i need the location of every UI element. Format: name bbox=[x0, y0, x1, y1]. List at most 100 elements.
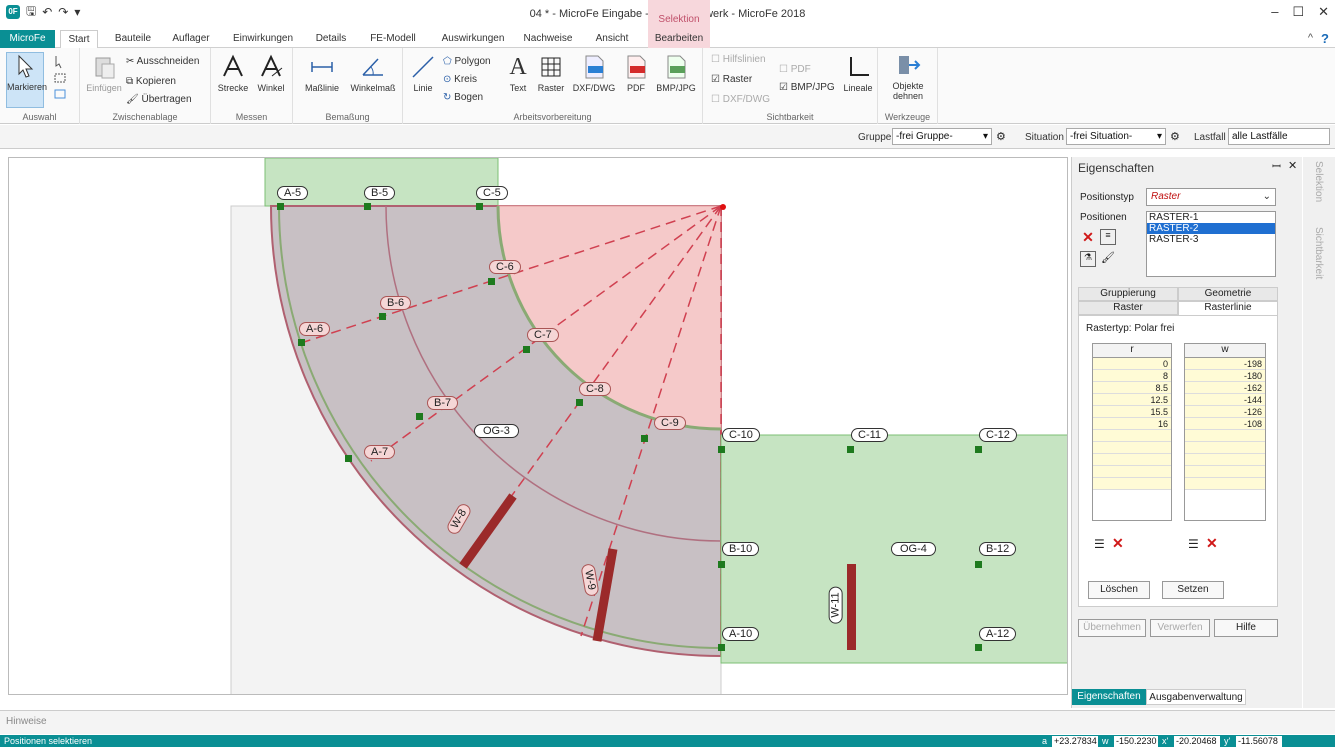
brush-icon[interactable]: 🖌 bbox=[1100, 251, 1116, 267]
hilfslinien-checkbox[interactable]: ☐ Hilfslinien bbox=[711, 54, 766, 65]
tab-rasterlinie[interactable]: Rasterlinie bbox=[1178, 301, 1278, 316]
hinweise-tab[interactable]: Hinweise bbox=[6, 716, 47, 727]
axis-label[interactable]: C-10 bbox=[722, 428, 760, 442]
delete-row-icon[interactable]: ✕ bbox=[1112, 535, 1124, 552]
w-table[interactable]: w -198 -180 -162 -144 -126 -108 bbox=[1184, 343, 1266, 521]
axis-label[interactable]: A-12 bbox=[979, 627, 1017, 641]
dxf-dwg-button[interactable]: DXF/DWG bbox=[571, 54, 617, 93]
tab-geometrie[interactable]: Geometrie bbox=[1178, 287, 1278, 301]
table-cell[interactable]: 12.5 bbox=[1093, 394, 1171, 406]
list-icon[interactable]: ≡ bbox=[1100, 229, 1116, 245]
list-item[interactable]: RASTER-1 bbox=[1147, 212, 1275, 223]
table-cell-empty[interactable] bbox=[1185, 430, 1265, 442]
axis-label[interactable]: A-7 bbox=[364, 445, 396, 459]
situation-settings-icon[interactable]: ⚙ bbox=[1170, 130, 1180, 143]
tab-start[interactable]: Start bbox=[60, 30, 98, 49]
add-row-icon[interactable]: ☰ bbox=[1188, 537, 1199, 551]
axis-label[interactable]: C-7 bbox=[527, 328, 559, 342]
winkel-button[interactable]: Winkel bbox=[253, 54, 289, 93]
bogen-button[interactable]: ↻ Bogen bbox=[443, 92, 483, 103]
tab-microfe[interactable]: MicroFe bbox=[0, 30, 55, 48]
table-cell-empty[interactable] bbox=[1093, 430, 1171, 442]
table-cell[interactable]: -162 bbox=[1185, 382, 1265, 394]
uebertragen-button[interactable]: 🖌 Übertragen bbox=[126, 94, 192, 105]
kreis-button[interactable]: ⊙ Kreis bbox=[443, 74, 477, 85]
axis-label[interactable]: C-6 bbox=[489, 260, 521, 274]
selection-mode-icons[interactable] bbox=[52, 54, 68, 102]
table-cell-empty[interactable] bbox=[1093, 478, 1171, 490]
help-icon[interactable]: ? bbox=[1321, 31, 1329, 46]
axis-label[interactable]: B-6 bbox=[380, 296, 412, 310]
hilfe-button[interactable]: Hilfe bbox=[1214, 619, 1278, 637]
sichtbarkeit-sidetab[interactable]: Sichtbarkeit bbox=[1313, 227, 1324, 279]
maximize-button[interactable]: ☐ bbox=[1292, 4, 1304, 20]
list-item[interactable]: RASTER-3 bbox=[1147, 234, 1275, 245]
ausschneiden-button[interactable]: ✂ Ausschneiden bbox=[126, 56, 199, 67]
table-cell[interactable]: 8 bbox=[1093, 370, 1171, 382]
list-item-selected[interactable]: RASTER-2 bbox=[1147, 223, 1275, 234]
axis-label[interactable]: C-8 bbox=[579, 382, 611, 396]
table-cell-empty[interactable] bbox=[1185, 454, 1265, 466]
markieren-button[interactable]: AuswahlMarkieren bbox=[6, 52, 47, 108]
table-cell[interactable]: -108 bbox=[1185, 418, 1265, 430]
gruppe-settings-icon[interactable]: ⚙ bbox=[996, 130, 1006, 143]
collapse-ribbon-icon[interactable]: ^ bbox=[1308, 32, 1313, 44]
tab-raster[interactable]: Raster bbox=[1078, 301, 1178, 315]
table-cell[interactable]: -126 bbox=[1185, 406, 1265, 418]
raster-button[interactable]: Raster bbox=[535, 54, 567, 93]
setzen-button[interactable]: Setzen bbox=[1162, 581, 1224, 599]
winkelmass-button[interactable]: Winkelmaß bbox=[347, 54, 399, 93]
strecke-button[interactable]: Strecke bbox=[215, 54, 251, 93]
pdf-button[interactable]: PDF bbox=[621, 54, 651, 93]
table-cell[interactable]: -198 bbox=[1185, 358, 1265, 370]
axis-label[interactable]: A-6 bbox=[299, 322, 331, 336]
axis-label[interactable]: C-11 bbox=[851, 428, 889, 442]
table-cell-empty[interactable] bbox=[1185, 466, 1265, 478]
table-cell-empty[interactable] bbox=[1185, 478, 1265, 490]
table-cell[interactable]: 15.5 bbox=[1093, 406, 1171, 418]
einfuegen-button[interactable]: Einfügen bbox=[84, 54, 124, 93]
tab-einwirkungen[interactable]: Einwirkungen bbox=[228, 30, 298, 48]
table-cell[interactable]: -180 bbox=[1185, 370, 1265, 382]
axis-label[interactable]: C-9 bbox=[654, 416, 686, 430]
tab-ansicht[interactable]: Ansicht bbox=[588, 30, 636, 48]
table-cell[interactable]: 8.5 bbox=[1093, 382, 1171, 394]
table-cell[interactable]: -144 bbox=[1185, 394, 1265, 406]
table-cell-empty[interactable] bbox=[1093, 466, 1171, 478]
panel-close-icon[interactable]: ✕ bbox=[1288, 159, 1297, 172]
tab-nachweise[interactable]: Nachweise bbox=[520, 30, 576, 48]
tab-auswirkungen[interactable]: Auswirkungen bbox=[436, 30, 510, 48]
axis-label[interactable]: B-5 bbox=[364, 186, 396, 200]
loeschen-button[interactable]: Löschen bbox=[1088, 581, 1150, 599]
delete-row-icon[interactable]: ✕ bbox=[1206, 535, 1218, 552]
tab-ausgabenverwaltung[interactable]: Ausgabenverwaltung bbox=[1146, 689, 1246, 705]
table-cell-empty[interactable] bbox=[1093, 442, 1171, 454]
verwerfen-button[interactable]: Verwerfen bbox=[1150, 619, 1210, 637]
table-cell[interactable]: 16 bbox=[1093, 418, 1171, 430]
selektion-sidetab[interactable]: Selektion bbox=[1313, 161, 1324, 202]
polygon-button[interactable]: ⬠ Polygon bbox=[443, 56, 491, 67]
situation-select[interactable]: -frei Situation- ▾ bbox=[1066, 128, 1166, 145]
lineale-button[interactable]: Lineale bbox=[839, 54, 877, 93]
pin-icon[interactable]: ꟷ bbox=[1272, 159, 1281, 174]
axis-label[interactable]: B-7 bbox=[427, 396, 459, 410]
axis-label[interactable]: B-12 bbox=[979, 542, 1017, 556]
table-cell-empty[interactable] bbox=[1185, 442, 1265, 454]
bmp-checkbox[interactable]: ☑ BMP/JPG bbox=[779, 82, 835, 93]
axis-label[interactable]: A-10 bbox=[722, 627, 760, 641]
linie-button[interactable]: Linie bbox=[407, 54, 439, 93]
uebernehmen-button[interactable]: Übernehmen bbox=[1078, 619, 1146, 637]
axis-label[interactable]: C-5 bbox=[476, 186, 508, 200]
position-label[interactable]: OG-3 bbox=[474, 424, 519, 438]
positionen-list[interactable]: RASTER-1 RASTER-2 RASTER-3 bbox=[1146, 211, 1276, 277]
axis-label[interactable]: C-12 bbox=[979, 428, 1017, 442]
positionstyp-select[interactable]: Raster ⌄ bbox=[1146, 188, 1276, 206]
kopieren-button[interactable]: ⧉ Kopieren bbox=[126, 76, 176, 87]
r-table[interactable]: r 0 8 8.5 12.5 15.5 16 bbox=[1092, 343, 1172, 521]
drawing-canvas[interactable]: A-5 B-5 C-5 C-6 B-6 A-6 C-7 C-8 B-7 A-7 … bbox=[8, 157, 1068, 695]
tab-bauteile[interactable]: Bauteile bbox=[110, 30, 156, 48]
tab-gruppierung[interactable]: Gruppierung bbox=[1078, 287, 1178, 301]
position-label[interactable]: OG-4 bbox=[891, 542, 936, 556]
delete-icon[interactable]: ✕ bbox=[1080, 229, 1096, 245]
table-cell-empty[interactable] bbox=[1093, 454, 1171, 466]
